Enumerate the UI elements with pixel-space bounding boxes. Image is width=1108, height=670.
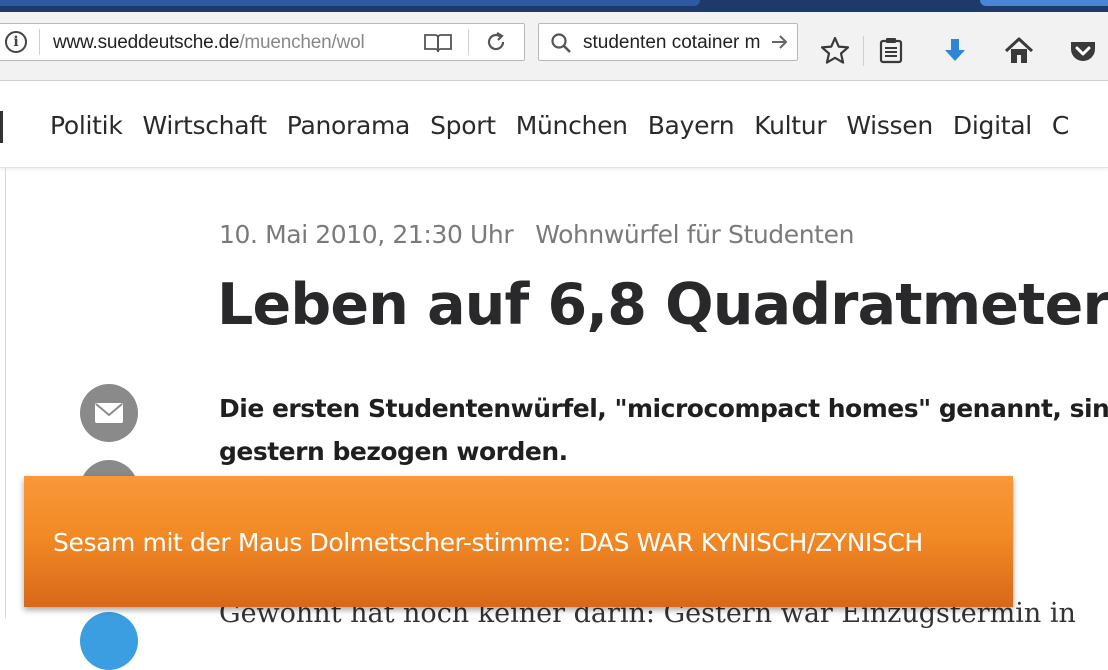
- nav-item-panorama[interactable]: Panorama: [287, 111, 411, 140]
- other-tab[interactable]: [980, 0, 1108, 6]
- article-topic: Wohnwürfel für Studenten: [535, 220, 855, 249]
- nav-item-digital[interactable]: Digital: [953, 111, 1032, 140]
- nav-item-wissen[interactable]: Wissen: [846, 111, 933, 140]
- active-tab[interactable]: [0, 0, 700, 6]
- toolbar-divider: [863, 36, 864, 66]
- url-divider: [39, 29, 40, 55]
- share-social-button[interactable]: [80, 612, 138, 670]
- site-navigation: Politik Wirtschaft Panorama Sport München Bay…: [0, 81, 1108, 168]
- article-date: 10. Mai 2010, 21:30 Uhr: [219, 220, 514, 249]
- url-bar[interactable]: i www.sueddeutsche.de/muenchen/wol: [0, 23, 525, 61]
- share-email-button[interactable]: [80, 384, 138, 442]
- mail-icon: [95, 403, 123, 423]
- article-teaser: Die ersten Studentenwürfel, "microcompac…: [219, 387, 1108, 473]
- search-input[interactable]: studenten cotainer m: [583, 32, 765, 54]
- overlay-caption: Sesam mit der Maus Dolmetscher-stimme: D…: [53, 528, 923, 557]
- url-text[interactable]: www.sueddeutsche.de/muenchen/wol: [53, 32, 375, 54]
- pocket-icon[interactable]: [1066, 34, 1100, 68]
- teaser-line-2: gestern bezogen worden.: [219, 437, 568, 466]
- site-info-icon[interactable]: i: [5, 31, 27, 53]
- content-border: [5, 168, 6, 618]
- tab-strip: [0, 0, 1108, 12]
- nav-item-bayern[interactable]: Bayern: [648, 111, 735, 140]
- search-go-arrow-icon[interactable]: [769, 31, 791, 53]
- nav-item-kultur[interactable]: Kultur: [754, 111, 826, 140]
- caption-overlay: Sesam mit der Maus Dolmetscher-stimme: D…: [24, 476, 1013, 607]
- url-domain: www.sueddeutsche.de: [53, 32, 240, 53]
- download-icon[interactable]: [938, 34, 972, 68]
- browser-toolbar: i www.sueddeutsche.de/muenchen/wol stude…: [0, 12, 1108, 81]
- search-icon: [551, 33, 571, 53]
- nav-menu-edge[interactable]: [0, 111, 3, 143]
- article-headline: Leben auf 6,8 Quadratmetern: [217, 272, 1108, 338]
- nav-item-wirtschaft[interactable]: Wirtschaft: [143, 111, 268, 140]
- nav-item-muenchen[interactable]: München: [516, 111, 628, 140]
- bookmark-star-icon[interactable]: [818, 34, 852, 68]
- article-meta: 10. Mai 2010, 21:30 Uhr Wohnwürfel für St…: [219, 220, 854, 249]
- url-path: /muenchen/wol: [239, 32, 365, 53]
- reading-list-icon[interactable]: [874, 34, 908, 68]
- reader-view-icon[interactable]: [423, 32, 453, 54]
- nav-item-sport[interactable]: Sport: [430, 111, 496, 140]
- search-bar[interactable]: studenten cotainer m: [538, 23, 798, 61]
- url-divider-2: [468, 29, 469, 55]
- reload-icon[interactable]: [484, 30, 508, 54]
- teaser-line-1: Die ersten Studentenwürfel, "microcompac…: [219, 394, 1108, 423]
- nav-item-politik[interactable]: Politik: [50, 111, 123, 140]
- home-icon[interactable]: [1002, 34, 1036, 68]
- nav-items: Politik Wirtschaft Panorama Sport München Bay…: [50, 111, 1089, 140]
- nav-item-cut-off[interactable]: C: [1052, 111, 1069, 140]
